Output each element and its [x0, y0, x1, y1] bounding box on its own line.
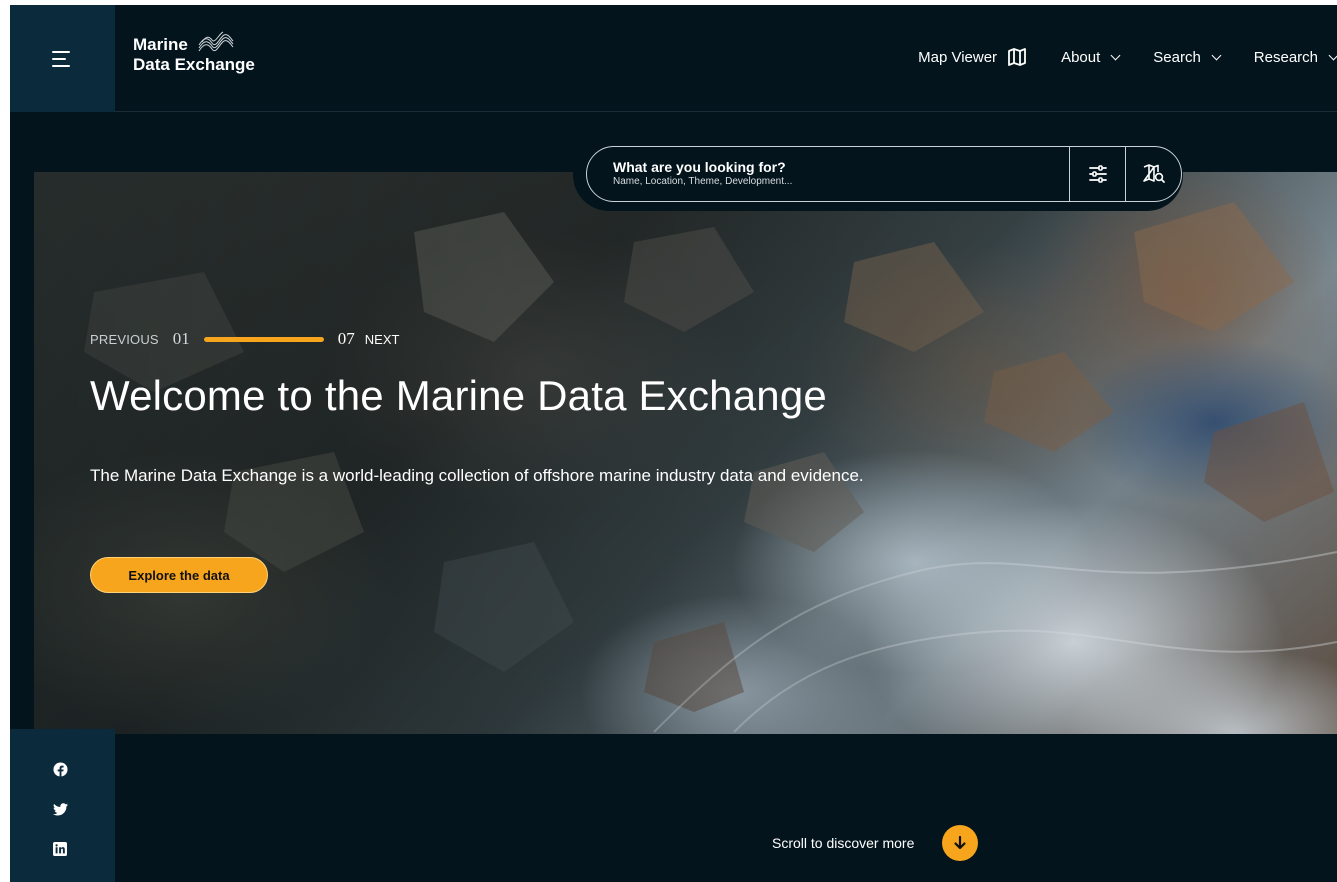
search-label: What are you looking for?	[613, 159, 786, 175]
sliders-icon	[1088, 165, 1107, 183]
twitter-link[interactable]	[52, 801, 68, 817]
linkedin-icon	[53, 842, 67, 856]
twitter-icon	[52, 802, 68, 815]
main-nav: Map Viewer About Search Research	[884, 45, 1337, 69]
map-search-button[interactable]	[1125, 147, 1181, 201]
total-slides-number: 07	[337, 329, 355, 348]
arrow-down-icon	[954, 835, 966, 850]
site-logo[interactable]: Marine Data Exchange	[133, 31, 273, 83]
nav-search[interactable]: Search	[1153, 48, 1222, 66]
social-links	[10, 729, 115, 882]
previous-slide-button[interactable]: PREVIOUS	[90, 332, 159, 347]
search-bar: What are you looking for? Name, Location…	[586, 146, 1182, 202]
explore-data-button[interactable]: Explore the data	[90, 557, 268, 593]
nav-item-label: About	[1061, 48, 1101, 66]
chevron-down-icon	[1110, 50, 1121, 60]
search-input[interactable]: What are you looking for? Name, Location…	[587, 147, 1069, 201]
slide-progress-fill	[203, 336, 324, 342]
nav-research[interactable]: Research	[1254, 49, 1337, 66]
nav-map-viewer[interactable]: Map Viewer	[918, 48, 1027, 66]
map-icon	[1008, 48, 1026, 66]
facebook-link[interactable]	[52, 761, 68, 777]
chevron-down-icon	[1211, 50, 1222, 60]
scroll-down-button[interactable]	[942, 825, 979, 861]
search-filter-button[interactable]	[1069, 147, 1125, 201]
slide-progress-bar	[203, 336, 324, 342]
map-search-icon	[1142, 164, 1165, 183]
nav-item-label: Research	[1253, 48, 1318, 66]
search-placeholder: Name, Location, Theme, Development...	[613, 176, 793, 187]
hero-title: Welcome to the Marine Data Exchange	[90, 372, 827, 419]
hero-description: The Marine Data Exchange is a world-lead…	[90, 466, 864, 485]
next-slide-button[interactable]: NEXT	[365, 332, 400, 347]
scroll-label: Scroll to discover more	[772, 835, 915, 851]
header-divider	[115, 111, 1337, 112]
nav-about[interactable]: About	[1061, 48, 1121, 66]
current-slide-number: 01	[172, 329, 190, 348]
waves-logo-icon	[198, 31, 234, 52]
logo-text-marine: Marine	[133, 35, 188, 54]
linkedin-link[interactable]	[52, 841, 68, 857]
scroll-discover[interactable]: Scroll to discover more	[772, 825, 979, 861]
facebook-icon	[52, 761, 68, 777]
menu-button[interactable]	[10, 5, 115, 112]
chevron-down-icon	[1328, 50, 1337, 60]
hero-banner: PREVIOUS 01 07 NEXT Welcome to the Marin…	[34, 172, 1337, 734]
slide-pager: PREVIOUS 01 07 NEXT	[90, 329, 399, 349]
logo-text-data-exchange: Data Exchange	[133, 55, 255, 74]
page: Marine Data Exchange Map Viewer About Se…	[10, 5, 1337, 882]
hamburger-menu-icon	[51, 50, 74, 67]
nav-item-label: Search	[1153, 48, 1201, 66]
nav-item-label: Map Viewer	[918, 48, 998, 66]
